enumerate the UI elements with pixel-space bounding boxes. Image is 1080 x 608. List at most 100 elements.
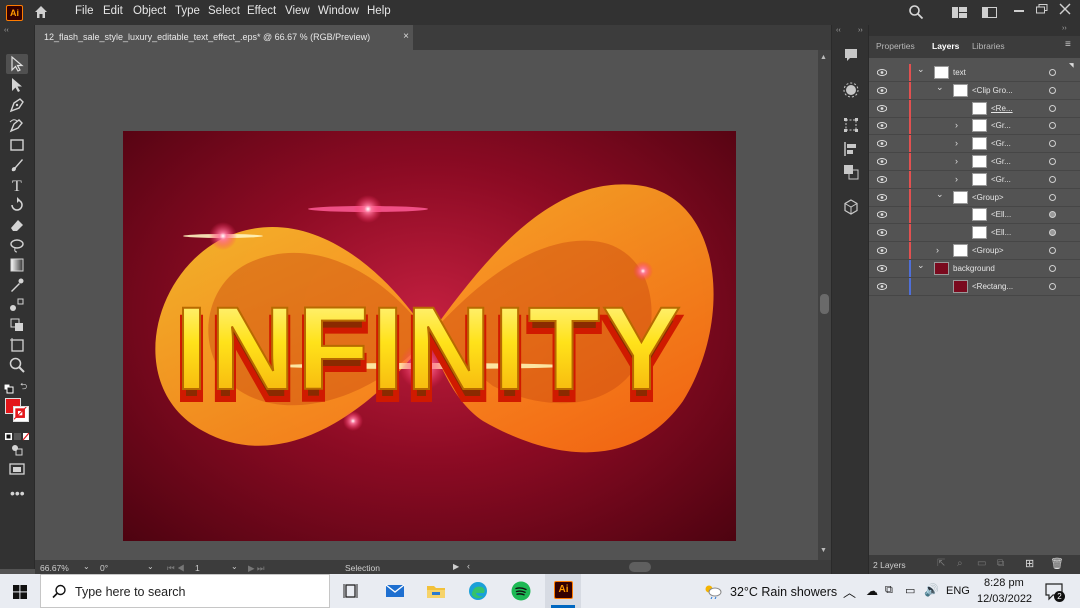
stroke-color-swatch[interactable]: [13, 406, 29, 422]
rotation-dropdown-icon[interactable]: ⌄: [147, 562, 154, 571]
target-circle-icon[interactable]: [1049, 86, 1056, 94]
hscroll-thumb[interactable]: [629, 562, 651, 572]
menu-file[interactable]: File: [75, 5, 94, 17]
layer-row[interactable]: › <Gr...: [869, 135, 1080, 154]
target-circle-icon[interactable]: [1049, 193, 1056, 201]
visibility-eye-icon[interactable]: [876, 211, 888, 219]
artboard[interactable]: INFINITY INFINITY: [123, 131, 736, 541]
chevron-right-icon[interactable]: ›: [955, 138, 965, 148]
3d-materials-icon[interactable]: [843, 199, 859, 215]
weather-text[interactable]: 32°C Rain showers: [730, 585, 837, 599]
zoom-level[interactable]: 66.67%: [40, 563, 69, 573]
zoom-dropdown-icon[interactable]: ⌄: [83, 562, 90, 571]
scroll-down-icon[interactable]: ▼: [820, 547, 827, 554]
chevron-right-icon[interactable]: ›: [955, 174, 965, 184]
layer-name[interactable]: <Gr...: [991, 139, 1011, 148]
restore-icon[interactable]: [1036, 4, 1048, 14]
notifications-icon[interactable]: 2: [1045, 583, 1065, 602]
onedrive-icon[interactable]: ☁: [866, 584, 878, 598]
spotify-icon[interactable]: [511, 581, 531, 601]
screen-mode-icon[interactable]: [8, 460, 26, 478]
eyedropper-tool-icon[interactable]: [8, 276, 26, 294]
network-icon[interactable]: ▭: [905, 584, 915, 597]
taskbar-search[interactable]: Type here to search: [40, 574, 330, 608]
collapse-left-icon[interactable]: ‹‹: [836, 27, 841, 34]
layer-name[interactable]: <Ell...: [991, 228, 1011, 237]
artboard-dropdown-icon[interactable]: ⌄: [231, 562, 238, 571]
meet-now-icon[interactable]: ⧉: [885, 584, 893, 597]
hscroll-left-icon[interactable]: ‹: [467, 561, 470, 571]
target-circle-icon[interactable]: [1049, 247, 1056, 254]
layer-name[interactable]: text: [953, 68, 966, 77]
export-icon[interactable]: ⇱: [937, 558, 945, 569]
status-menu-icon[interactable]: ▶: [453, 562, 459, 571]
type-tool-icon[interactable]: T: [8, 176, 26, 195]
chevron-down-icon[interactable]: ⌄: [917, 260, 927, 271]
visibility-eye-icon[interactable]: [876, 140, 888, 148]
target-circle-icon[interactable]: [1049, 140, 1056, 148]
first-artboard-icon[interactable]: ⏮ ◀: [167, 563, 185, 574]
menu-type[interactable]: Type: [175, 5, 200, 17]
menu-effect[interactable]: Effect: [247, 5, 276, 17]
layer-row[interactable]: ⌄ text: [869, 64, 1080, 82]
align-icon[interactable]: [843, 141, 859, 157]
rotate-tool-icon[interactable]: [8, 196, 26, 214]
home-icon[interactable]: [33, 4, 49, 20]
visibility-eye-icon[interactable]: [876, 122, 888, 130]
visibility-eye-icon[interactable]: [876, 282, 888, 290]
target-circle-icon[interactable]: [1049, 104, 1056, 112]
gradient-tool-icon[interactable]: [8, 256, 26, 274]
visibility-eye-icon[interactable]: [876, 175, 888, 183]
arrange-documents-icon[interactable]: [982, 7, 997, 18]
rotation-value[interactable]: 0°: [100, 563, 108, 573]
layer-row[interactable]: › <Gr...: [869, 117, 1080, 136]
eraser-tool-icon[interactable]: [8, 216, 26, 234]
layer-name[interactable]: <Ell...: [991, 210, 1011, 219]
file-explorer-icon[interactable]: [426, 581, 446, 601]
workspace-icon[interactable]: [952, 7, 967, 18]
close-window-icon[interactable]: [1059, 3, 1071, 15]
selection-tool-icon[interactable]: [6, 54, 28, 74]
menu-view[interactable]: View: [285, 5, 310, 17]
layer-name[interactable]: <Gr...: [991, 175, 1011, 184]
menu-select[interactable]: Select: [208, 5, 240, 17]
chevron-down-icon[interactable]: ⌄: [936, 82, 946, 93]
document-tab[interactable]: 12_flash_sale_style_luxury_editable_text…: [35, 25, 413, 50]
edge-browser-icon[interactable]: [468, 581, 488, 601]
visibility-eye-icon[interactable]: [876, 229, 888, 237]
comments-icon[interactable]: [843, 47, 859, 63]
close-tab-icon[interactable]: ×: [399, 31, 413, 42]
target-circle-icon[interactable]: [1049, 122, 1056, 130]
tab-libraries[interactable]: Libraries: [972, 41, 1005, 51]
chevron-right-icon[interactable]: ›: [955, 156, 965, 166]
clock-date[interactable]: 12/03/2022: [977, 593, 1032, 605]
visibility-eye-icon[interactable]: [876, 264, 888, 272]
illustrator-taskbar-button[interactable]: Ai: [545, 574, 581, 608]
layer-name[interactable]: <Re...: [991, 104, 1013, 113]
artboard-number[interactable]: 1: [195, 563, 200, 573]
direct-selection-tool-icon[interactable]: [8, 76, 26, 94]
appearance-icon[interactable]: [843, 82, 859, 98]
layer-name[interactable]: <Gr...: [991, 121, 1011, 130]
visibility-eye-icon[interactable]: [876, 247, 888, 254]
layer-name[interactable]: <Gr...: [991, 157, 1011, 166]
scroll-thumb[interactable]: [820, 294, 829, 314]
paintbrush-tool-icon[interactable]: [8, 156, 26, 174]
draw-mode-icon[interactable]: [8, 440, 26, 458]
chevron-right-icon[interactable]: ›: [936, 245, 946, 255]
zoom-tool-icon[interactable]: [8, 356, 26, 374]
lasso-tool-icon[interactable]: [8, 236, 26, 254]
artboard-tool-icon[interactable]: [8, 336, 26, 354]
search-icon[interactable]: [908, 4, 924, 20]
new-sublayer-icon[interactable]: ⧉: [997, 558, 1004, 569]
visibility-eye-icon[interactable]: [876, 69, 888, 76]
layer-name[interactable]: <Clip Gro...: [972, 86, 1013, 95]
pen-tool-icon[interactable]: [8, 96, 26, 114]
menu-edit[interactable]: Edit: [103, 5, 123, 17]
task-view-icon[interactable]: [342, 581, 362, 601]
target-circle-icon[interactable]: [1049, 229, 1056, 237]
target-circle-icon[interactable]: [1049, 264, 1056, 272]
windows-start-icon[interactable]: [13, 585, 27, 599]
target-circle-icon[interactable]: [1049, 158, 1056, 165]
visibility-eye-icon[interactable]: [876, 158, 888, 165]
